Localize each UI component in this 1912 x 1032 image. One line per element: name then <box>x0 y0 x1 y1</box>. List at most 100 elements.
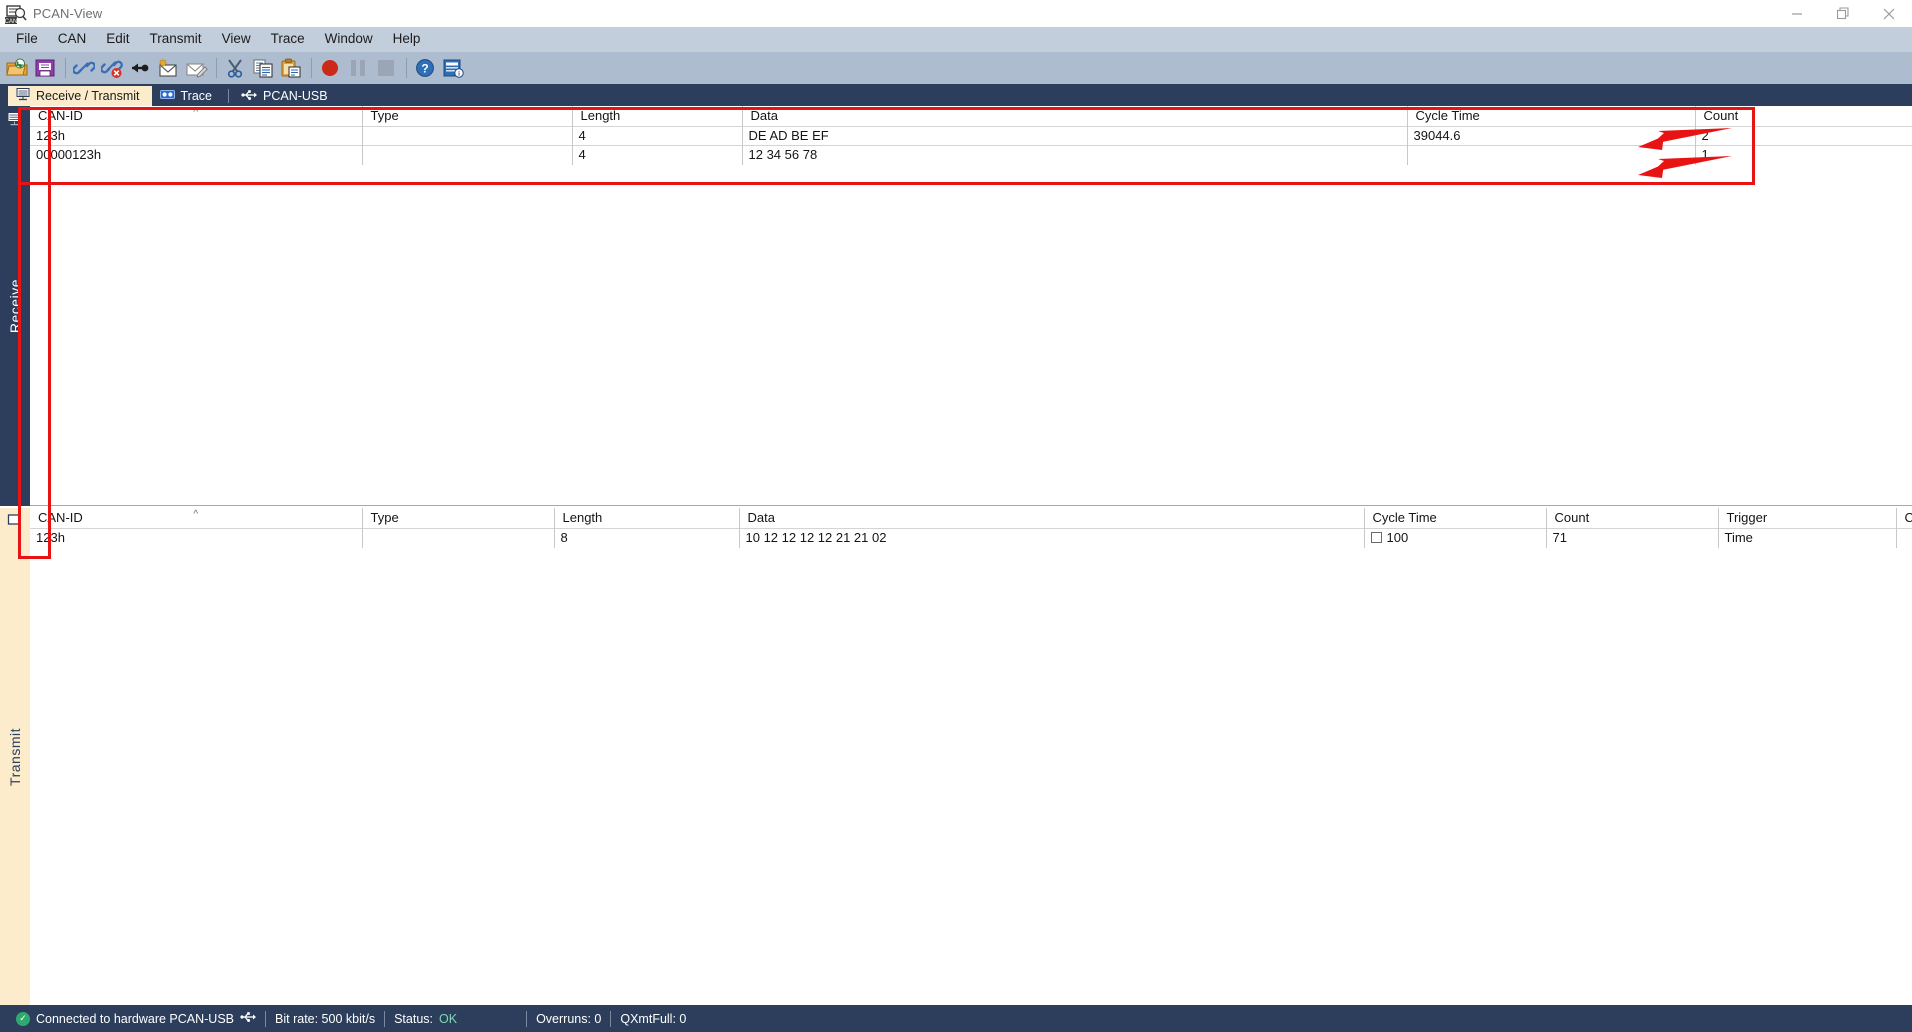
edit-message-icon[interactable] <box>183 55 209 81</box>
table-row[interactable]: 123h 8 10 12 12 12 12 21 21 02 100 71 Ti… <box>30 528 1912 548</box>
info-icon[interactable]: i <box>440 55 466 81</box>
toolbar-separator <box>216 58 217 78</box>
tab-trace-label: Trace <box>180 89 213 103</box>
menu-can[interactable]: CAN <box>48 29 97 50</box>
transmit-grid[interactable]: CAN-ID ^ Type Length Data Cycle Time Cou… <box>30 508 1912 1005</box>
connect-link-icon[interactable] <box>71 55 97 81</box>
receive-cell-type <box>362 126 573 146</box>
sort-ascending-icon: ^ <box>193 107 199 118</box>
toolbar-separator <box>65 58 66 78</box>
content-area: Receive CAN-ID ^ Type Length Data Cycle … <box>0 106 1912 1005</box>
cut-scissors-icon[interactable] <box>222 55 248 81</box>
new-message-icon[interactable] <box>155 55 181 81</box>
tab-bar: Receive / Transmit Trace PCAN-USB <box>0 84 1912 106</box>
title-bar: CAN PCAN-View <box>0 0 1912 27</box>
receive-grid[interactable]: CAN-ID ^ Type Length Data Cycle Time Cou… <box>30 106 1912 506</box>
save-disk-icon[interactable] <box>32 55 58 81</box>
status-bitrate: Bit rate: 500 kbit/s <box>275 1011 376 1026</box>
pcan-app-icon: CAN <box>5 4 27 25</box>
tab-divider <box>228 89 230 103</box>
receive-cell-cycle-time: 39044.6 <box>1407 126 1696 146</box>
pause-icon[interactable] <box>345 55 371 81</box>
pcan-view-window: CAN PCAN-View File CAN Edit Transmit Vie… <box>0 0 1912 1032</box>
receive-col-data[interactable]: Data <box>742 106 1408 127</box>
receive-col-can-id-label: CAN-ID <box>38 108 83 123</box>
trace-icon <box>159 89 175 103</box>
restore-icon[interactable] <box>1820 0 1866 27</box>
cycle-time-checkbox[interactable] <box>1370 532 1382 544</box>
transmit-cell-length: 8 <box>554 528 740 548</box>
transmit-cell-type <box>362 528 555 548</box>
receive-cell-can-id: 123h <box>30 126 363 146</box>
tab-pcan-usb[interactable]: PCAN-USB <box>233 86 340 106</box>
transmit-col-cycle-time[interactable]: Cycle Time <box>1364 508 1547 529</box>
transmit-cell-can-id: 123h <box>30 528 363 548</box>
menu-bar: File CAN Edit Transmit View Trace Window… <box>0 27 1912 52</box>
menu-window[interactable]: Window <box>315 29 383 50</box>
tab-trace[interactable]: Trace <box>152 86 225 106</box>
transmit-col-comment[interactable]: Comment <box>1896 508 1912 529</box>
close-icon[interactable] <box>1866 0 1912 27</box>
table-row[interactable]: 123h 4 DE AD BE EF 39044.6 2 <box>30 126 1912 146</box>
usb-icon <box>241 89 258 104</box>
copy-icon[interactable] <box>250 55 276 81</box>
receive-col-length[interactable]: Length <box>572 106 743 127</box>
window-title: PCAN-View <box>33 6 103 21</box>
transmit-col-count[interactable]: Count <box>1546 508 1719 529</box>
menu-view[interactable]: View <box>212 29 261 50</box>
tab-receive-transmit[interactable]: Receive / Transmit <box>8 86 152 106</box>
toolbar-separator <box>406 58 407 78</box>
toolbar: ? i <box>0 52 1912 84</box>
transmit-rail[interactable]: Transmit <box>0 508 30 1005</box>
receive-cell-count: 2 <box>1695 126 1912 146</box>
receive-header-row: CAN-ID ^ Type Length Data Cycle Time Cou… <box>30 106 1912 127</box>
transmit-col-data[interactable]: Data <box>739 508 1365 529</box>
receive-col-count[interactable]: Count <box>1695 106 1912 127</box>
receive-rail[interactable]: Receive <box>0 106 30 506</box>
transmit-cell-comment <box>1896 528 1912 548</box>
record-icon[interactable] <box>317 55 343 81</box>
menu-trace[interactable]: Trace <box>261 29 315 50</box>
sort-ascending-icon: ^ <box>193 509 199 520</box>
transmit-cell-cycle-time-value: 100 <box>1386 530 1409 546</box>
transmit-col-type[interactable]: Type <box>362 508 555 529</box>
table-row[interactable]: 00000123h 4 12 34 56 78 1 <box>30 145 1912 165</box>
transmit-col-can-id[interactable]: CAN-ID ^ <box>30 508 363 529</box>
minimize-icon[interactable] <box>1774 0 1820 27</box>
status-state: Status: OK <box>385 1012 466 1026</box>
receive-rail-label: Receive <box>7 278 23 334</box>
window-controls <box>1774 0 1912 27</box>
stop-icon[interactable] <box>373 55 399 81</box>
transmit-col-trigger[interactable]: Trigger <box>1718 508 1897 529</box>
status-state-value: OK <box>439 1011 458 1026</box>
menu-transmit[interactable]: Transmit <box>140 29 212 50</box>
menu-help[interactable]: Help <box>383 29 431 50</box>
transmit-cell-data: 10 12 12 12 12 21 21 02 <box>739 528 1365 548</box>
status-qxmtfull: QXmtFull: 0 <box>620 1011 687 1026</box>
menu-file[interactable]: File <box>6 29 48 50</box>
transmit-col-can-id-label: CAN-ID <box>38 510 83 525</box>
menu-edit[interactable]: Edit <box>96 29 139 50</box>
transmit-col-length[interactable]: Length <box>554 508 740 529</box>
receive-cell-type <box>362 145 573 165</box>
svg-text:i: i <box>458 71 460 78</box>
transmit-header-row: CAN-ID ^ Type Length Data Cycle Time Cou… <box>30 508 1912 529</box>
receive-cell-can-id: 00000123h <box>30 145 363 165</box>
receive-panel-icon <box>7 112 23 126</box>
back-arrow-icon[interactable] <box>127 55 153 81</box>
receive-transmit-icon <box>16 88 30 104</box>
status-bar: ✓ Connected to hardware PCAN-USB Bit rat… <box>0 1005 1912 1032</box>
receive-col-cycle-time[interactable]: Cycle Time <box>1407 106 1696 127</box>
tab-receive-transmit-label: Receive / Transmit <box>36 89 140 103</box>
transmit-table: CAN-ID ^ Type Length Data Cycle Time Cou… <box>30 508 1912 548</box>
receive-col-type[interactable]: Type <box>362 106 573 127</box>
receive-col-can-id[interactable]: CAN-ID ^ <box>30 106 363 127</box>
transmit-cell-cycle-time: 100 <box>1364 528 1547 548</box>
paste-clipboard-icon[interactable] <box>278 55 304 81</box>
help-icon[interactable]: ? <box>412 55 438 81</box>
transmit-cell-count: 71 <box>1546 528 1719 548</box>
disconnect-link-icon[interactable] <box>99 55 125 81</box>
receive-cell-length: 4 <box>572 145 743 165</box>
open-folder-icon[interactable] <box>4 55 30 81</box>
receive-table: CAN-ID ^ Type Length Data Cycle Time Cou… <box>30 106 1912 165</box>
